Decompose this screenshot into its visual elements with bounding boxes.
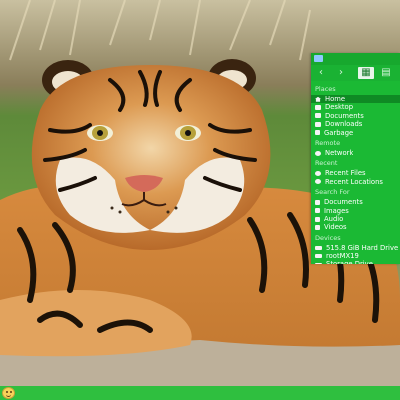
smiley-icon[interactable] bbox=[2, 387, 15, 399]
sidebar-item-label: Downloads bbox=[325, 120, 363, 129]
sidebar-item-label: Storage Drive bbox=[326, 260, 373, 264]
clock-icon bbox=[315, 171, 321, 177]
sidebar-item-label: Videos bbox=[324, 223, 347, 232]
sidebar-item-label: Images bbox=[324, 206, 349, 215]
clock-icon bbox=[315, 179, 321, 185]
section-header: Remote bbox=[315, 138, 341, 147]
sidebar-item[interactable]: Audio bbox=[311, 215, 400, 223]
sidebar-item[interactable]: 515.8 GiB Hard Drive bbox=[311, 244, 400, 252]
sidebar-item-label: Recent Locations bbox=[325, 177, 383, 186]
sidebar-item-label: Recent Files bbox=[325, 169, 366, 178]
sidebar-item[interactable]: Videos bbox=[311, 223, 400, 231]
folder-icon bbox=[315, 121, 321, 127]
drive-icon bbox=[315, 262, 322, 264]
sidebar-item-label: Audio bbox=[324, 214, 344, 223]
sidebar-item[interactable]: Images bbox=[311, 207, 400, 215]
section-header: Places bbox=[315, 85, 336, 93]
taskbar bbox=[0, 386, 400, 400]
sidebar-item[interactable]: Network bbox=[311, 149, 400, 157]
document-icon bbox=[315, 199, 320, 205]
sidebar-item[interactable]: Documents bbox=[311, 112, 400, 120]
folder-icon bbox=[315, 113, 321, 119]
section-header: Devices bbox=[315, 233, 341, 242]
sidebar-item[interactable]: Recent Locations bbox=[311, 178, 400, 186]
toolbar: ‹ › ▦ ▤ bbox=[311, 65, 400, 81]
sidebar-item-label: rootMX19 bbox=[326, 252, 359, 261]
sidebar-item[interactable]: Garbage bbox=[311, 129, 400, 137]
drive-icon bbox=[315, 245, 322, 250]
list-view-button[interactable]: ▤ bbox=[378, 67, 394, 79]
network-icon bbox=[315, 150, 321, 156]
sidebar-item-label: Garbage bbox=[324, 128, 354, 137]
sidebar-item[interactable]: Storage Drive bbox=[311, 260, 400, 264]
sidebar-item[interactable]: Desktop bbox=[311, 103, 400, 111]
drive-icon bbox=[315, 254, 322, 259]
image-icon bbox=[315, 208, 320, 214]
sidebar-item[interactable]: rootMX19 bbox=[311, 252, 400, 260]
forward-button[interactable]: › bbox=[335, 67, 347, 79]
file-manager-icon bbox=[314, 55, 323, 62]
sidebar-item-label: 515.8 GiB Hard Drive bbox=[326, 243, 399, 252]
sidebar-item[interactable]: Documents bbox=[311, 198, 400, 206]
sidebar: Places Home Desktop Documents Downloads Garba… bbox=[311, 81, 400, 264]
audio-icon bbox=[315, 216, 320, 222]
sidebar-item-label: Documents bbox=[325, 111, 364, 120]
sidebar-item-label: Documents bbox=[324, 198, 363, 207]
sidebar-item-label: Network bbox=[325, 148, 354, 157]
home-icon bbox=[315, 96, 321, 102]
sidebar-item-label: Home bbox=[325, 95, 346, 103]
trash-icon bbox=[315, 130, 320, 136]
section-header: Recent bbox=[315, 159, 338, 168]
sidebar-item[interactable]: Downloads bbox=[311, 120, 400, 128]
icon-view-button[interactable]: ▦ bbox=[358, 67, 374, 79]
video-icon bbox=[315, 224, 320, 230]
sidebar-item-label: Desktop bbox=[325, 103, 354, 112]
window-titlebar[interactable] bbox=[311, 53, 400, 65]
section-header: Search For bbox=[315, 188, 350, 197]
sidebar-item[interactable]: Home bbox=[311, 95, 400, 104]
folder-icon bbox=[315, 105, 321, 111]
sidebar-item[interactable]: Recent Files bbox=[311, 169, 400, 177]
file-manager-window[interactable]: ‹ › ▦ ▤ Places Home Desktop Documents Downlo… bbox=[311, 53, 400, 264]
back-button[interactable]: ‹ bbox=[315, 67, 327, 79]
